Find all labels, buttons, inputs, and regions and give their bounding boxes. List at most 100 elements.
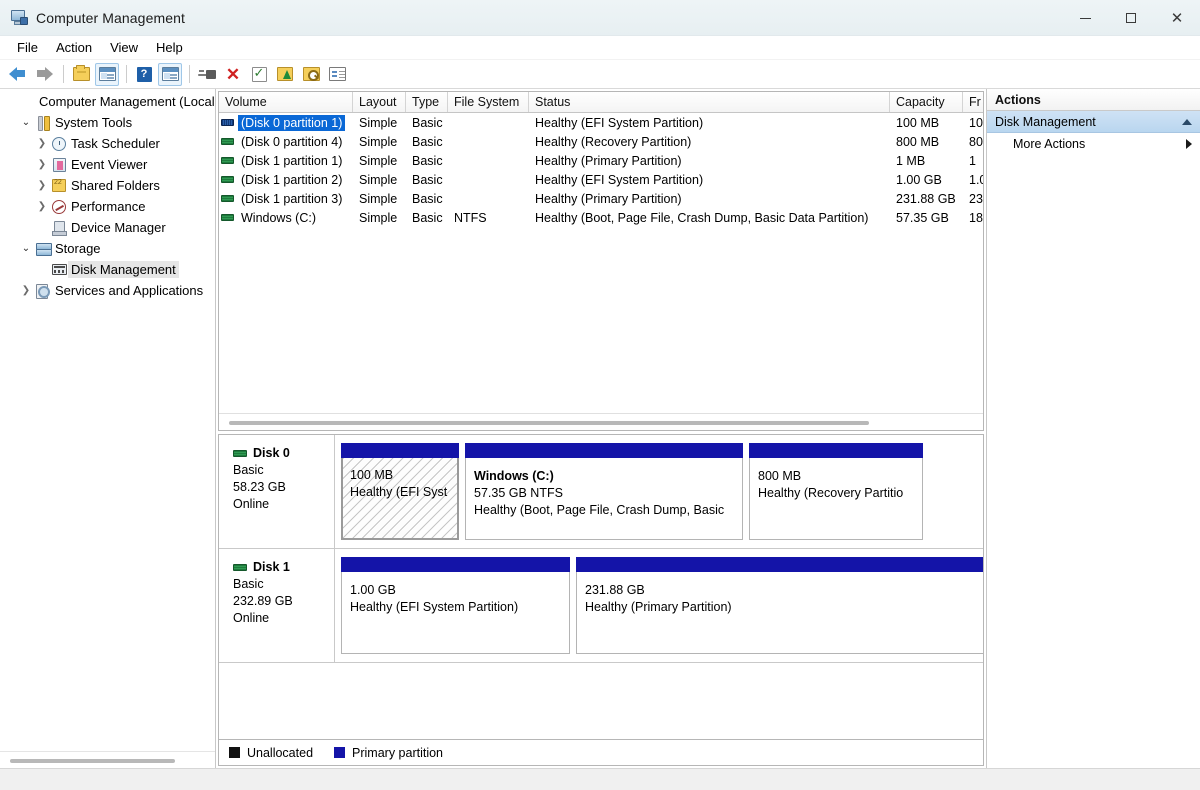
partition-block[interactable]: 1.00 GB Healthy (EFI System Partition) — [341, 557, 570, 654]
volume-name-cell: (Disk 1 partition 1) — [219, 153, 353, 169]
legend-label: Unallocated — [247, 745, 314, 760]
partition-block[interactable]: 800 MB Healthy (Recovery Partitio — [749, 443, 923, 540]
properties-button[interactable] — [325, 63, 349, 86]
volume-free-space-cell: 1.0 — [969, 172, 983, 187]
volume-scrollbar-track[interactable] — [223, 418, 979, 427]
partition-type-bar — [341, 443, 459, 458]
tree-horizontal-scrollbar[interactable] — [0, 751, 215, 768]
partition-block[interactable]: Windows (C:) 57.35 GB NTFS Healthy (Boot, … — [465, 443, 743, 540]
volume-capacity-cell: 1 MB — [896, 153, 926, 168]
tree-item-services-and-applications[interactable]: ❯ Services and Applications — [0, 280, 215, 301]
action-more-actions[interactable]: More Actions — [987, 133, 1200, 155]
rescan-disks-button[interactable] — [247, 63, 271, 86]
tree-item-computer-management-local[interactable]: Computer Management (Local — [0, 91, 215, 112]
volume-name-cell: (Disk 0 partition 1) — [219, 114, 353, 131]
volume-name-cell: (Disk 0 partition 4) — [219, 134, 353, 150]
volume-row[interactable]: (Disk 0 partition 4) Simple Basic Healthy (… — [219, 132, 983, 151]
column-header-capacity[interactable]: Capacity — [890, 92, 963, 112]
tree-item-label: Computer Management (Local — [39, 94, 215, 109]
show-hide-action-pane-button[interactable] — [95, 62, 119, 86]
tree-scrollbar-thumb[interactable] — [10, 758, 175, 763]
disk-partitions: 100 MB Healthy (EFI Syst Windows (C:) 57.35… — [335, 435, 983, 548]
tree-scrollbar-track[interactable] — [4, 756, 211, 765]
chevron-down-icon[interactable]: ⌄ — [18, 117, 34, 128]
search-icon — [302, 67, 320, 81]
volume-row[interactable]: (Disk 1 partition 3) Simple Basic Healthy (… — [219, 189, 983, 208]
disk-type-label: Basic — [233, 577, 264, 591]
volume-list-horizontal-scrollbar[interactable] — [219, 413, 983, 430]
partition-type-bar — [341, 557, 570, 572]
services-icon — [34, 283, 52, 299]
disk-info-panel[interactable]: Disk 0 Basic 58.23 GB Online — [219, 435, 335, 548]
window-controls: ✕ — [1062, 0, 1200, 36]
search-button[interactable] — [299, 63, 323, 86]
close-button[interactable]: ✕ — [1154, 0, 1200, 36]
disk-name-label: Disk 1 — [253, 560, 290, 574]
disk-info-panel[interactable]: Disk 1 Basic 232.89 GB Online — [219, 549, 335, 662]
shared-folders-icon — [50, 179, 68, 192]
partition-block[interactable]: 100 MB Healthy (EFI Syst — [341, 443, 459, 540]
clock-icon — [50, 136, 68, 151]
forward-button[interactable] — [32, 63, 56, 86]
menu-action[interactable]: Action — [47, 38, 101, 58]
tree-item-device-manager[interactable]: Device Manager — [0, 217, 215, 238]
maximize-button[interactable] — [1108, 0, 1154, 36]
partition-details: 231.88 GB Healthy (Primary Partition) — [576, 572, 983, 654]
chevron-up-icon[interactable] — [1182, 118, 1192, 125]
tree-item-event-viewer[interactable]: ❯ Event Viewer — [0, 154, 215, 175]
volume-status-cell: Healthy (Boot, Page File, Crash Dump, Ba… — [535, 210, 869, 225]
menu-file[interactable]: File — [8, 38, 47, 58]
tree-item-disk-management[interactable]: Disk Management — [0, 259, 215, 280]
plug-icon — [198, 69, 216, 80]
volume-row[interactable]: (Disk 1 partition 1) Simple Basic Healthy (… — [219, 151, 983, 170]
partition-block[interactable]: 231.88 GB Healthy (Primary Partition) — [576, 557, 983, 654]
actions-header: Actions — [987, 89, 1200, 111]
upload-icon — [277, 67, 293, 81]
delete-button[interactable]: ✕ — [221, 63, 245, 86]
volume-capacity-cell: 57.35 GB — [896, 210, 949, 225]
menu-bar: File Action View Help — [0, 36, 1200, 60]
volume-row[interactable]: (Disk 1 partition 2) Simple Basic Healthy (… — [219, 170, 983, 189]
help-button[interactable]: ? — [132, 63, 156, 86]
volume-list: Volume Layout Type File System Status Capacit… — [218, 91, 991, 431]
connect-button[interactable] — [195, 63, 219, 86]
show-hide-action-pane-2-button[interactable] — [158, 62, 182, 86]
chevron-right-icon[interactable]: ❯ — [18, 285, 34, 296]
title-bar: Computer Management ✕ — [0, 0, 1200, 36]
device-manager-icon — [50, 221, 68, 236]
minimize-button[interactable] — [1062, 0, 1108, 36]
actions-group-disk-management[interactable]: Disk Management — [987, 111, 1200, 133]
tree-item-system-tools[interactable]: ⌄ System Tools — [0, 112, 215, 133]
back-button[interactable] — [6, 63, 30, 86]
window-pane-icon — [98, 67, 116, 81]
chevron-right-icon[interactable]: ❯ — [34, 159, 50, 170]
column-header-type[interactable]: Type — [406, 92, 448, 112]
volume-layout-cell: Simple — [359, 134, 398, 149]
volume-row[interactable]: Windows (C:) Simple Basic NTFS Healthy (Boot… — [219, 208, 983, 227]
column-header-file-system[interactable]: File System — [448, 92, 529, 112]
column-header-layout[interactable]: Layout — [353, 92, 406, 112]
volume-layout-cell: Simple — [359, 153, 398, 168]
show-hide-console-tree-button[interactable] — [69, 63, 93, 86]
tree-item-performance[interactable]: ❯ Performance — [0, 196, 215, 217]
chevron-right-icon[interactable]: ❯ — [34, 180, 50, 191]
tree-item-shared-folders[interactable]: ❯ Shared Folders — [0, 175, 215, 196]
column-header-status[interactable]: Status — [529, 92, 890, 112]
volume-row[interactable]: (Disk 0 partition 1) Simple Basic Healthy (… — [219, 113, 983, 132]
volume-type-cell: Basic — [412, 134, 443, 149]
tree-item-storage[interactable]: ⌄ Storage — [0, 238, 215, 259]
chevron-down-icon[interactable]: ⌄ — [18, 243, 34, 254]
volume-scrollbar-thumb[interactable] — [229, 420, 869, 425]
chevron-right-icon[interactable]: ❯ — [34, 201, 50, 212]
menu-help[interactable]: Help — [147, 38, 192, 58]
checkbox-check-icon — [251, 65, 267, 82]
menu-view[interactable]: View — [101, 38, 147, 58]
tree-item-task-scheduler[interactable]: ❯ Task Scheduler — [0, 133, 215, 154]
column-header-volume[interactable]: Volume — [219, 92, 353, 112]
disk-size-label: 58.23 GB — [233, 480, 286, 494]
volume-list-header: Volume Layout Type File System Status Capacit… — [219, 92, 991, 113]
export-list-button[interactable] — [273, 63, 297, 86]
volume-status-cell: Healthy (Recovery Partition) — [535, 134, 692, 149]
tools-icon — [34, 115, 52, 131]
chevron-right-icon[interactable]: ❯ — [34, 138, 50, 149]
